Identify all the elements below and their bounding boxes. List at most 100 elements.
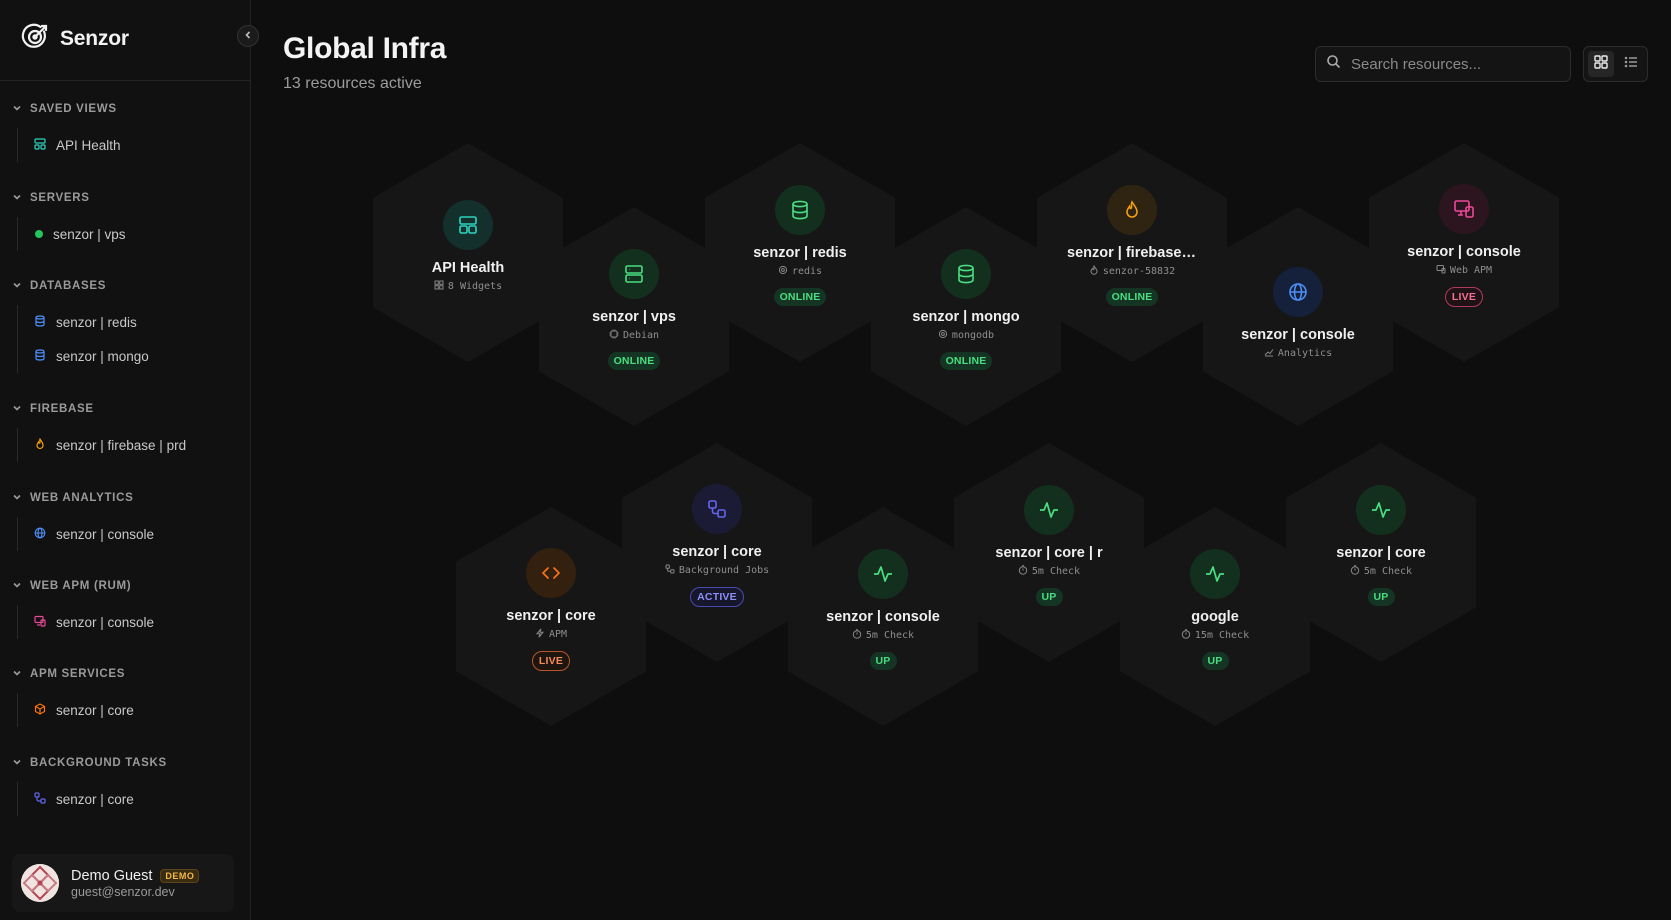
tile-subtitle: Debian — [609, 329, 659, 342]
monitor-icon — [1436, 264, 1446, 277]
section-title: DATABASES — [30, 280, 107, 292]
section-header[interactable]: SAVED VIEWS — [12, 100, 237, 118]
tile-subtitle-text: Background Jobs — [678, 565, 770, 576]
section-title: WEB ANALYTICS — [30, 492, 134, 504]
tile-title: senzor | console — [1407, 244, 1521, 260]
tile-redis[interactable]: senzor | redis redis ONLINE — [705, 143, 895, 362]
user-card[interactable]: Demo Guest DEMO guest@senzor.dev — [12, 854, 234, 912]
sidebar-item-redis[interactable]: senzor | redis — [18, 305, 237, 339]
status-badge: LIVE — [531, 651, 571, 671]
tile-apm-core[interactable]: senzor | core APM LIVE — [456, 507, 646, 726]
tile-subtitle-text: 5m Check — [1031, 566, 1081, 577]
pulse-icon — [858, 549, 908, 599]
search-input[interactable] — [1351, 55, 1551, 73]
sidebar-item-background-core[interactable]: senzor | core — [18, 782, 237, 816]
section-header[interactable]: WEB ANALYTICS — [12, 489, 237, 507]
logo-icon — [20, 22, 50, 57]
timer-icon — [1018, 565, 1028, 578]
collapse-sidebar-button[interactable] — [237, 25, 259, 47]
tile-uptime-core[interactable]: senzor | core 5m Check UP — [1286, 443, 1476, 662]
tile-uptime-core-r[interactable]: senzor | core | r 5m Check UP — [954, 443, 1144, 662]
tile-uptime-console[interactable]: senzor | console 5m Check UP — [788, 507, 978, 726]
sidebar-item-vps[interactable]: senzor | vps — [18, 217, 237, 251]
section-web-analytics: WEB ANALYTICS senzor | console — [12, 489, 237, 551]
page-title: Global Infra — [283, 32, 447, 65]
grid-icon — [1593, 54, 1608, 74]
sidebar-item-label: senzor | console — [56, 526, 155, 542]
code-icon — [526, 548, 576, 598]
grid-view-button[interactable] — [1587, 51, 1614, 77]
tile-subtitle-text: mongodb — [951, 330, 995, 341]
section-header[interactable]: APM SERVICES — [12, 665, 237, 683]
sidebar-item-mongo[interactable]: senzor | mongo — [18, 339, 237, 373]
sidebar-item-api-health[interactable]: API Health — [18, 128, 237, 162]
sidebar-item-label: senzor | mongo — [56, 348, 149, 364]
tile-firebase[interactable]: senzor | firebase | prd senzor-58832 ONL… — [1037, 143, 1227, 362]
chevron-left-icon — [243, 27, 253, 45]
section-apm-services: APM SERVICES senzor | core — [12, 665, 237, 727]
timer-icon — [852, 629, 862, 642]
section-header[interactable]: FIREBASE — [12, 400, 237, 418]
tile-subtitle-text: Web APM — [1449, 265, 1493, 276]
tile-web-apm-console[interactable]: senzor | console Web APM LIVE — [1369, 143, 1559, 362]
status-badge: ACTIVE — [690, 587, 744, 607]
tile-subtitle-text: Analytics — [1277, 348, 1333, 359]
timer-icon — [1181, 629, 1191, 642]
tile-mongo[interactable]: senzor | mongo mongodb ONLINE — [871, 207, 1061, 426]
sidebar-item-web-apm-console[interactable]: senzor | console — [18, 605, 237, 639]
section-web-apm: WEB APM (RUM) senzor | console — [12, 577, 237, 639]
chevron-down-icon — [12, 577, 22, 595]
status-badge: ONLINE — [1105, 288, 1159, 306]
tile-title: senzor | core — [506, 608, 596, 624]
tile-subtitle: Background Jobs — [665, 564, 769, 577]
tile-subtitle: APM — [535, 628, 567, 641]
tile-subtitle: Analytics — [1264, 347, 1332, 360]
section-header[interactable]: SERVERS — [12, 189, 237, 207]
section-title: APM SERVICES — [30, 668, 126, 680]
sidebar-item-apm-core[interactable]: senzor | core — [18, 693, 237, 727]
database-icon — [775, 185, 825, 235]
tile-subtitle: Web APM — [1436, 264, 1492, 277]
section-background-tasks: BACKGROUND TASKS senzor | core — [12, 754, 237, 816]
tile-analytics-console[interactable]: senzor | console Analytics — [1203, 207, 1393, 426]
workflow-icon — [692, 484, 742, 534]
chevron-down-icon — [12, 400, 22, 418]
section-header[interactable]: DATABASES — [12, 277, 237, 295]
sidebar-item-label: senzor | core — [56, 702, 134, 718]
tile-api-health[interactable]: API Health 8 Widgets — [373, 143, 563, 362]
tile-title: senzor | console — [1241, 327, 1355, 343]
section-header[interactable]: BACKGROUND TASKS — [12, 754, 237, 772]
chevron-down-icon — [12, 277, 22, 295]
brand-name: Senzor — [60, 27, 129, 50]
tile-title: google — [1191, 609, 1239, 625]
tile-subtitle-text: 8 Widgets — [447, 281, 503, 292]
sidebar-item-label: senzor | redis — [56, 314, 137, 330]
sidebar-item-label: senzor | firebase | prd — [56, 437, 187, 453]
chart-icon — [1264, 347, 1274, 360]
box-icon — [34, 702, 46, 718]
server-icon — [609, 249, 659, 299]
search-box[interactable] — [1315, 46, 1571, 82]
sidebar-item-web-analytics-console[interactable]: senzor | console — [18, 517, 237, 551]
tile-subtitle-text: senzor-58832 — [1102, 266, 1176, 277]
status-dot — [35, 230, 43, 238]
tile-background-core[interactable]: senzor | core Background Jobs ACTIVE — [622, 443, 812, 662]
tile-title: senzor | console — [826, 609, 940, 625]
tile-subtitle: 5m Check — [852, 629, 914, 642]
tile-uptime-google[interactable]: google 15m Check UP — [1120, 507, 1310, 726]
section-saved-views: SAVED VIEWS API Health — [12, 100, 237, 162]
section-header[interactable]: WEB APM (RUM) — [12, 577, 237, 595]
dashboard-icon — [34, 137, 46, 153]
chevron-down-icon — [12, 665, 22, 683]
tile-vps[interactable]: senzor | vps Debian ONLINE — [539, 207, 729, 426]
sidebar-item-firebase[interactable]: senzor | firebase | prd — [18, 428, 237, 462]
list-view-button[interactable] — [1618, 51, 1644, 77]
tile-title: senzor | core — [672, 544, 762, 560]
sidebar-divider — [0, 80, 251, 81]
tile-subtitle: 15m Check — [1181, 629, 1249, 642]
brand[interactable]: Senzor — [20, 22, 129, 57]
pulse-icon — [1356, 485, 1406, 535]
tile-title: senzor | vps — [592, 309, 676, 325]
tile-subtitle-text: redis — [791, 266, 823, 277]
chevron-down-icon — [12, 189, 22, 207]
